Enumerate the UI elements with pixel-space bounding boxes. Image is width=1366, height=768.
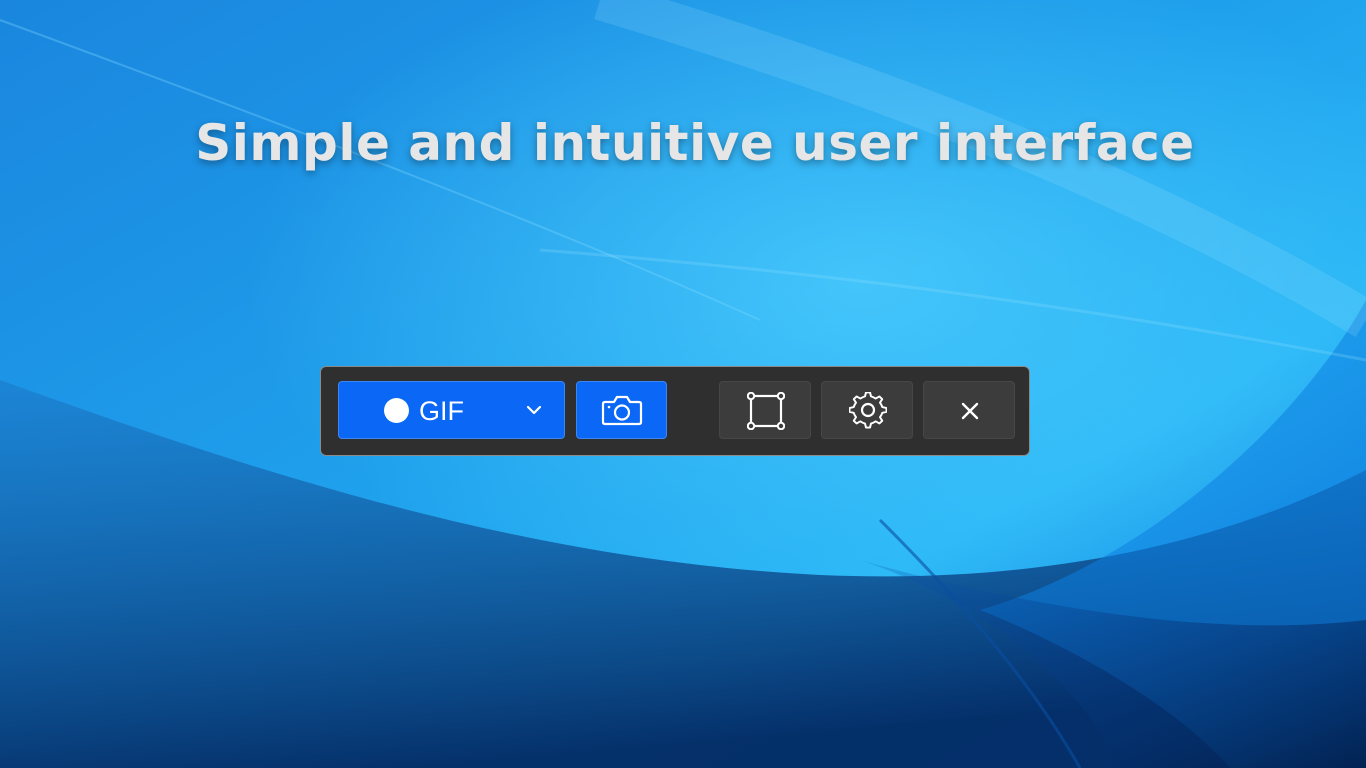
record-gif-button[interactable]: GIF (338, 381, 565, 439)
select-region-icon (747, 392, 785, 430)
gear-icon (849, 392, 887, 429)
select-region-button[interactable] (719, 381, 811, 439)
camera-icon (601, 395, 643, 426)
close-button[interactable] (923, 381, 1015, 439)
page-headline: Simple and intuitive user interface (195, 114, 1195, 172)
close-icon (961, 402, 979, 420)
chevron-down-icon[interactable] (525, 403, 543, 417)
capture-toolbar: GIF (320, 366, 1030, 456)
screenshot-button[interactable] (576, 381, 667, 439)
record-format-label: GIF (419, 396, 464, 426)
record-dot-icon (384, 398, 409, 423)
settings-button[interactable] (821, 381, 913, 439)
